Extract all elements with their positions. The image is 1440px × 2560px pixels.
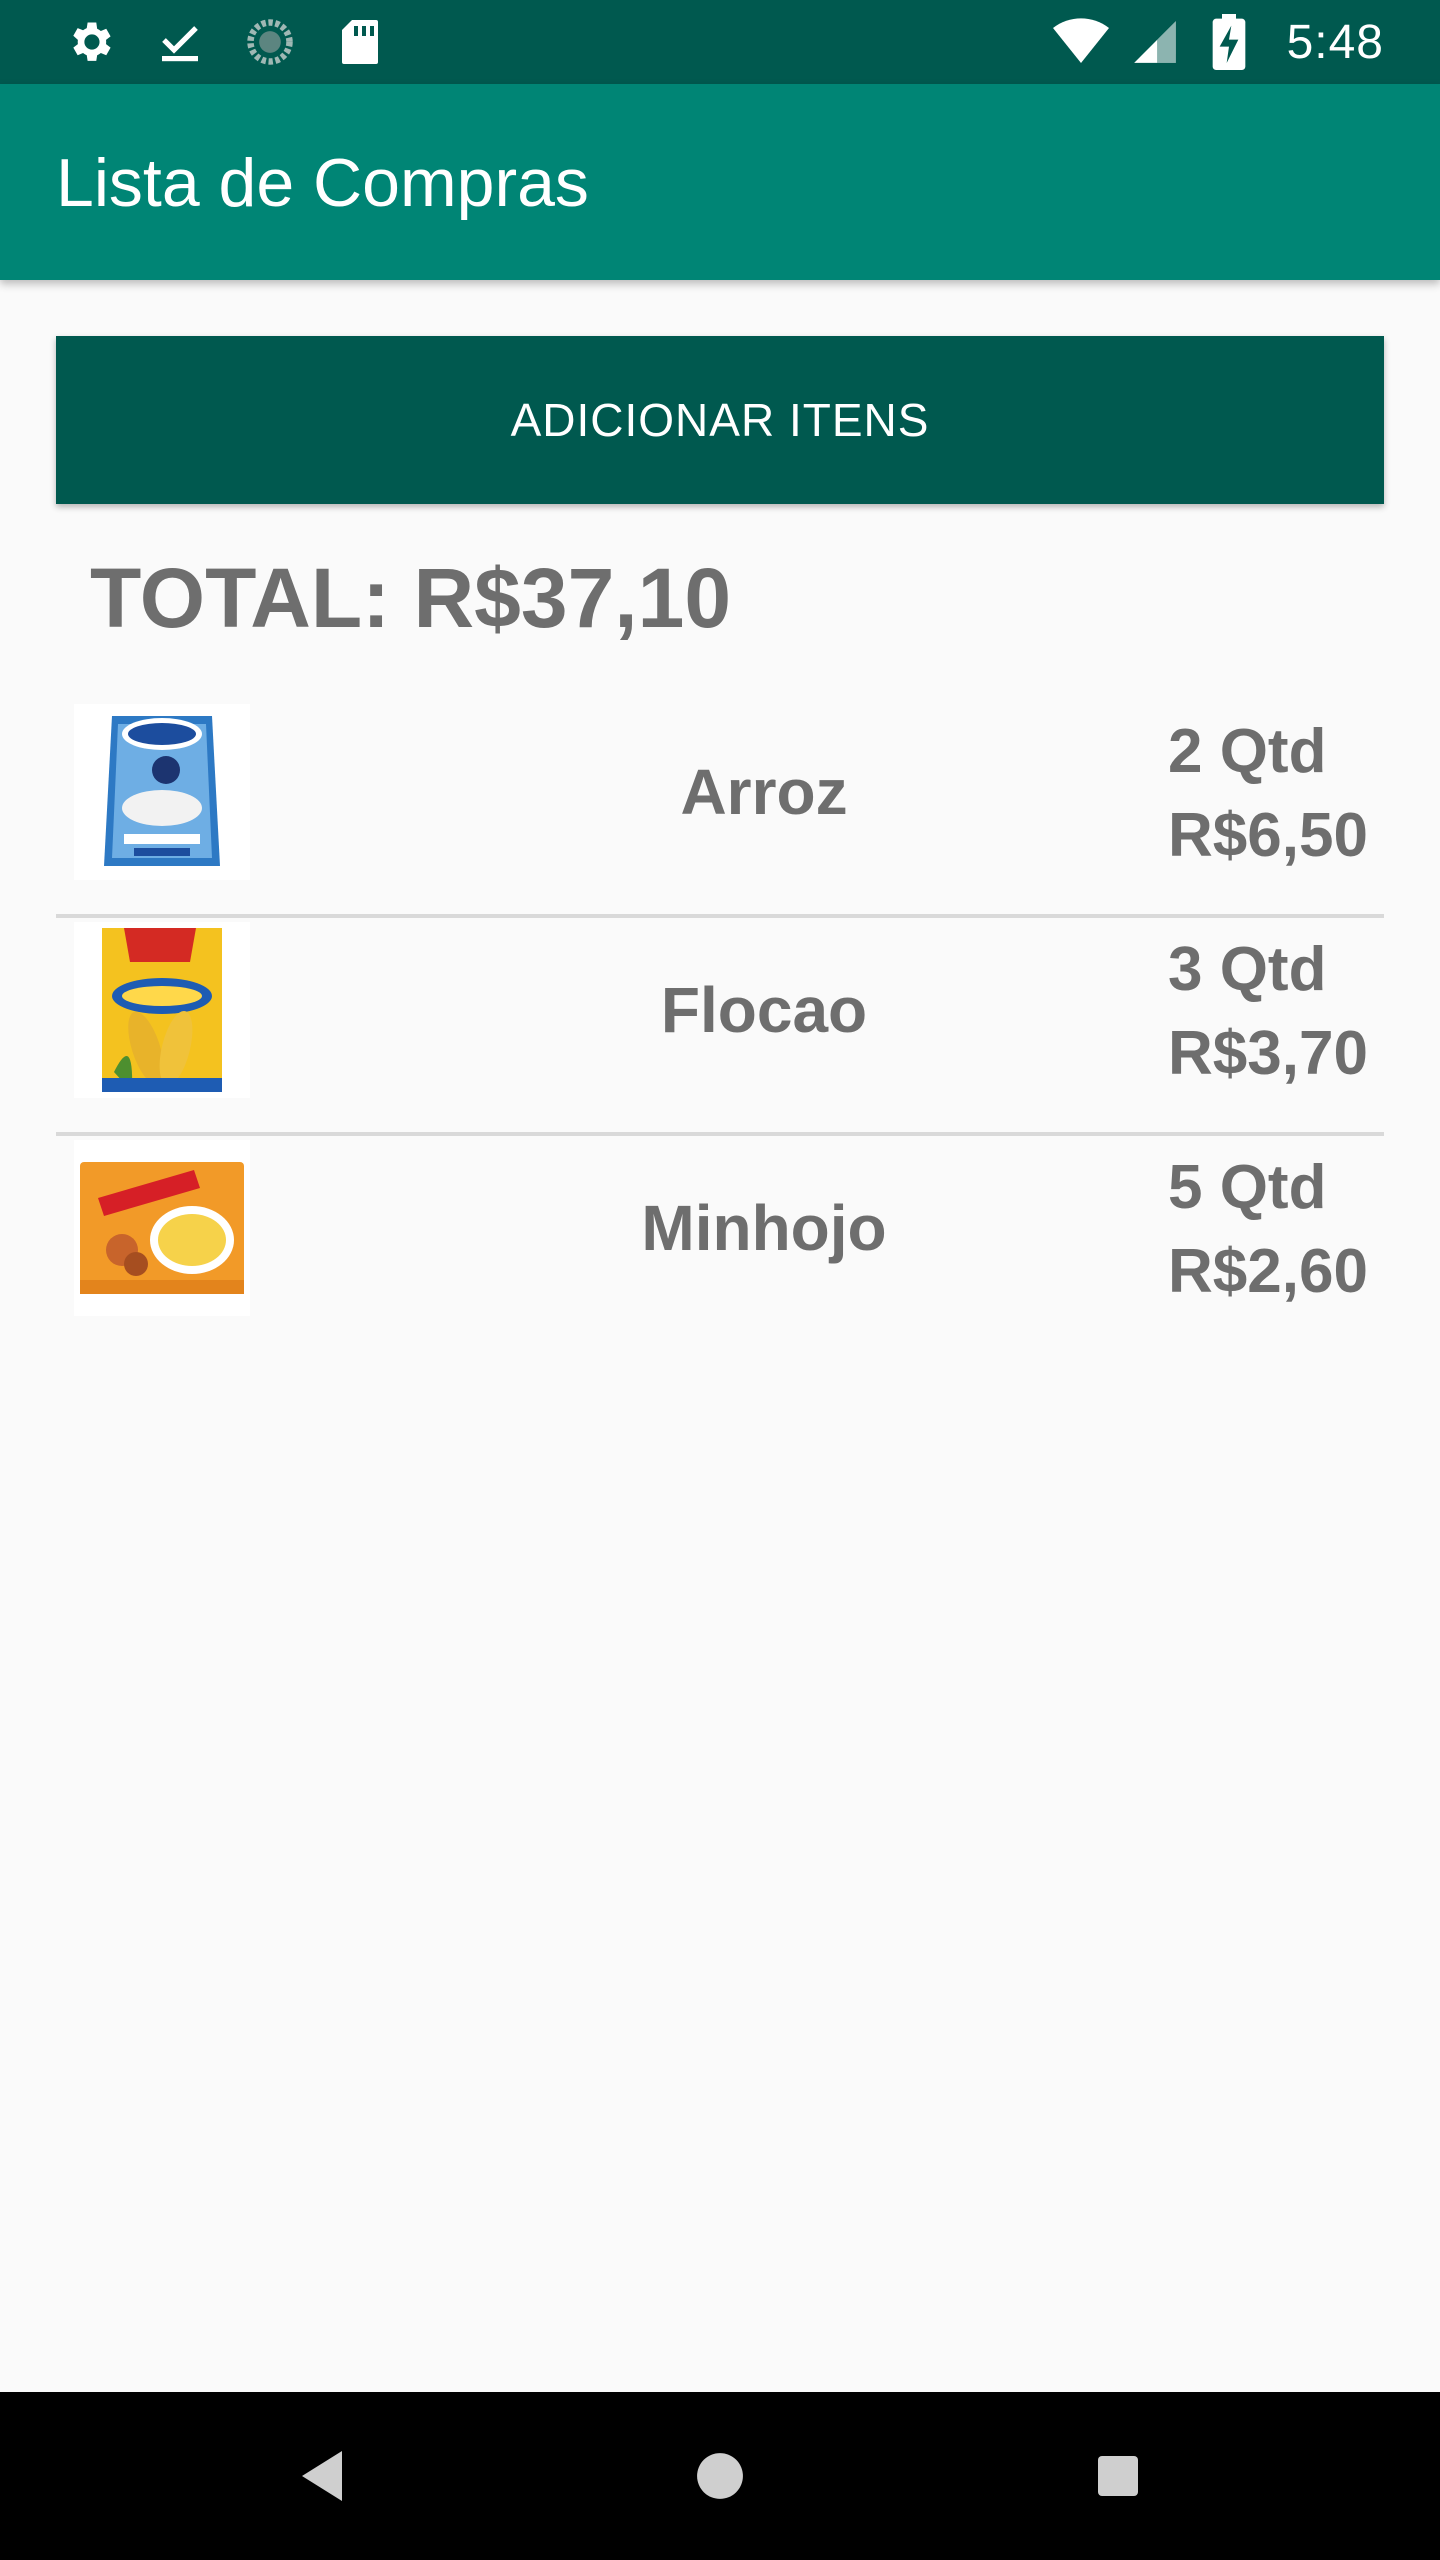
status-bar: 5:48 bbox=[0, 0, 1440, 84]
item-price: R$2,60 bbox=[1168, 1237, 1368, 1306]
item-quantity: 2 Qtd bbox=[1168, 717, 1327, 786]
download-check-icon bbox=[152, 14, 208, 70]
item-info: 3 Qtd R$3,70 bbox=[1168, 928, 1368, 1096]
shopping-list: Arroz 2 Qtd R$6,50 Flocao 3 Qtd R$3,70 M… bbox=[56, 700, 1384, 1350]
item-name: Flocao bbox=[660, 974, 868, 1046]
wifi-icon bbox=[1052, 14, 1109, 70]
back-icon[interactable] bbox=[282, 2436, 362, 2516]
rice-package-image bbox=[74, 704, 250, 880]
gear-icon bbox=[62, 14, 118, 70]
total-label: TOTAL: R$37,10 bbox=[90, 551, 732, 645]
item-price: R$3,70 bbox=[1168, 1019, 1368, 1088]
item-name: Minhojo bbox=[641, 1192, 887, 1264]
list-item[interactable]: Flocao 3 Qtd R$3,70 bbox=[56, 918, 1384, 1136]
sync-circle-icon bbox=[242, 14, 298, 70]
sd-card-icon bbox=[332, 14, 388, 70]
item-info: 2 Qtd R$6,50 bbox=[1168, 710, 1368, 878]
status-time: 5:48 bbox=[1286, 15, 1384, 69]
item-info: 5 Qtd R$2,60 bbox=[1168, 1146, 1368, 1314]
item-quantity: 3 Qtd bbox=[1168, 935, 1327, 1004]
item-name: Arroz bbox=[680, 756, 848, 828]
corn-flakes-package-image bbox=[74, 922, 250, 1098]
recents-icon[interactable] bbox=[1078, 2436, 1158, 2516]
item-price: R$6,50 bbox=[1168, 801, 1368, 870]
battery-charging-icon bbox=[1201, 14, 1257, 70]
item-quantity: 5 Qtd bbox=[1168, 1153, 1327, 1222]
list-item[interactable]: Arroz 2 Qtd R$6,50 bbox=[56, 700, 1384, 918]
home-icon[interactable] bbox=[680, 2436, 760, 2516]
list-item[interactable]: Minhojo 5 Qtd R$2,60 bbox=[56, 1136, 1384, 1350]
status-left-icons bbox=[62, 14, 388, 70]
app-title: Lista de Compras bbox=[56, 145, 589, 221]
navigation-bar bbox=[0, 2392, 1440, 2560]
app-bar: Lista de Compras bbox=[0, 84, 1440, 280]
add-items-button[interactable]: ADICIONAR ITENS bbox=[56, 336, 1384, 504]
status-right-icons: 5:48 bbox=[1052, 14, 1384, 70]
noodle-package-image bbox=[74, 1140, 250, 1316]
signal-icon bbox=[1127, 14, 1183, 70]
